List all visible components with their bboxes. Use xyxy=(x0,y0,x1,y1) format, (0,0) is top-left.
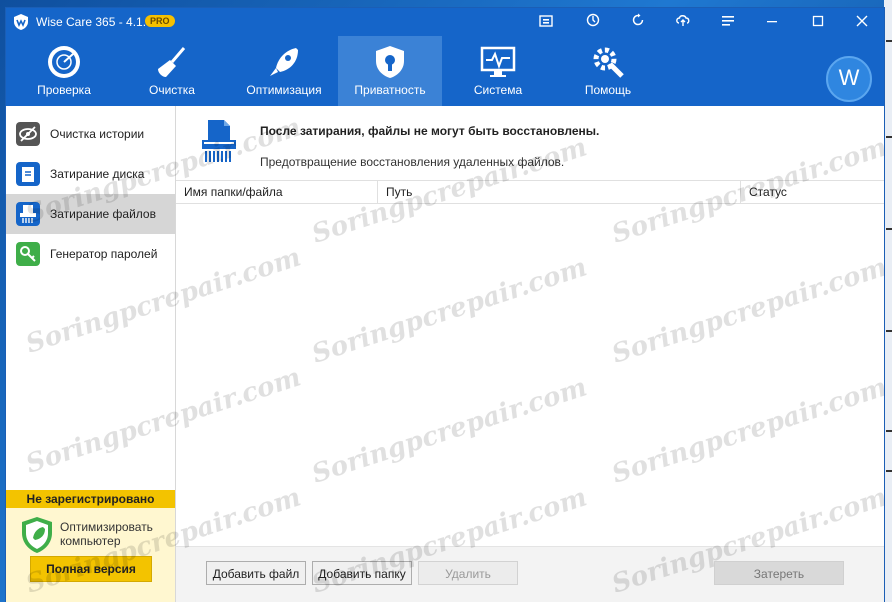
full-version-button[interactable]: Полная версия xyxy=(30,556,152,582)
delete-button[interactable]: Удалить xyxy=(418,561,518,585)
broom-icon xyxy=(158,47,186,77)
avatar[interactable]: W xyxy=(826,56,872,102)
column-header-path[interactable]: Путь xyxy=(377,181,740,203)
tab-clean[interactable]: Очистка xyxy=(120,36,224,106)
shield-rocket-icon xyxy=(22,517,52,553)
sidebar-item-label: Затирание файлов xyxy=(50,207,156,221)
page-subtitle: Предотвращение восстановления удаленных … xyxy=(260,155,565,169)
app-logo-icon xyxy=(14,14,28,30)
tab-label: Помощь xyxy=(584,83,632,97)
wipe-button[interactable]: Затереть xyxy=(714,561,844,585)
screenshot-icon[interactable] xyxy=(536,12,556,32)
add-folder-button[interactable]: Добавить папку xyxy=(312,561,412,585)
main-panel: После затирания, файлы не могут быть вос… xyxy=(176,106,884,602)
sidebar-item-history[interactable]: Очистка истории xyxy=(6,114,175,154)
refresh-icon[interactable] xyxy=(628,12,648,32)
upload-icon[interactable] xyxy=(673,12,693,32)
desktop-right-edge xyxy=(884,0,892,602)
promo-text: Оптимизировать компьютер xyxy=(60,520,153,548)
minimize-icon[interactable] xyxy=(762,12,782,32)
radar-icon xyxy=(48,46,80,78)
main-toolbar: Проверка Очистка Оптимизация Приватность xyxy=(6,36,884,106)
tab-label: Оптимизация xyxy=(246,83,322,97)
page-title: После затирания, файлы не могут быть вос… xyxy=(260,124,600,138)
monitor-pulse-icon xyxy=(480,46,516,77)
footer-toolbar: Добавить файл Добавить папку Удалить Зат… xyxy=(176,546,884,602)
file-list[interactable] xyxy=(176,203,884,545)
gear-wrench-icon xyxy=(593,47,624,78)
eye-off-icon xyxy=(16,122,40,146)
tab-system[interactable]: Система xyxy=(446,36,550,106)
settings-list-icon[interactable] xyxy=(718,12,738,32)
shield-lock-icon xyxy=(376,46,404,78)
sidebar-item-label: Генератор паролей xyxy=(50,247,158,261)
close-icon[interactable] xyxy=(852,12,872,32)
tab-label: Очистка xyxy=(149,83,195,97)
title-bar: Wise Care 365 - 4.1.8 PRO xyxy=(6,8,884,36)
table-header: Имя папки/файла Путь Статус xyxy=(176,180,884,204)
tab-label: Приватность xyxy=(354,83,426,97)
maximize-icon[interactable] xyxy=(808,12,828,32)
key-icon xyxy=(16,242,40,266)
file-shredder-icon xyxy=(202,120,236,162)
sidebar: Очистка истории Затирание диска Затирани… xyxy=(6,106,176,602)
update-icon[interactable] xyxy=(583,12,603,32)
column-header-name[interactable]: Имя папки/файла xyxy=(176,181,377,203)
rocket-icon xyxy=(270,48,298,76)
tab-label: Проверка xyxy=(37,83,91,97)
tab-help[interactable]: Помощь xyxy=(556,36,660,106)
sidebar-item-label: Затирание диска xyxy=(50,167,145,181)
column-header-status[interactable]: Статус xyxy=(740,181,884,203)
sidebar-item-password-generator[interactable]: Генератор паролей xyxy=(6,234,175,274)
tab-privacy[interactable]: Приватность xyxy=(338,36,442,106)
tab-label: Система xyxy=(473,83,523,97)
app-window: Wise Care 365 - 4.1.8 PRO Проверка Очист… xyxy=(6,8,884,602)
disk-wipe-icon xyxy=(16,162,40,186)
sidebar-item-file-wipe[interactable]: Затирание файлов xyxy=(6,194,175,234)
tab-optimize[interactable]: Оптимизация xyxy=(232,36,336,106)
window-title: Wise Care 365 - 4.1.8 xyxy=(36,15,153,29)
sidebar-item-label: Очистка истории xyxy=(50,127,145,141)
add-file-button[interactable]: Добавить файл xyxy=(206,561,306,585)
promo-panel: Оптимизировать компьютер Полная версия xyxy=(6,508,175,602)
pro-badge: PRO xyxy=(145,15,175,27)
file-shredder-icon xyxy=(16,202,40,226)
tab-scan[interactable]: Проверка xyxy=(12,36,116,106)
sidebar-item-disk-wipe[interactable]: Затирание диска xyxy=(6,154,175,194)
unregistered-banner: Не зарегистрировано xyxy=(6,490,175,508)
